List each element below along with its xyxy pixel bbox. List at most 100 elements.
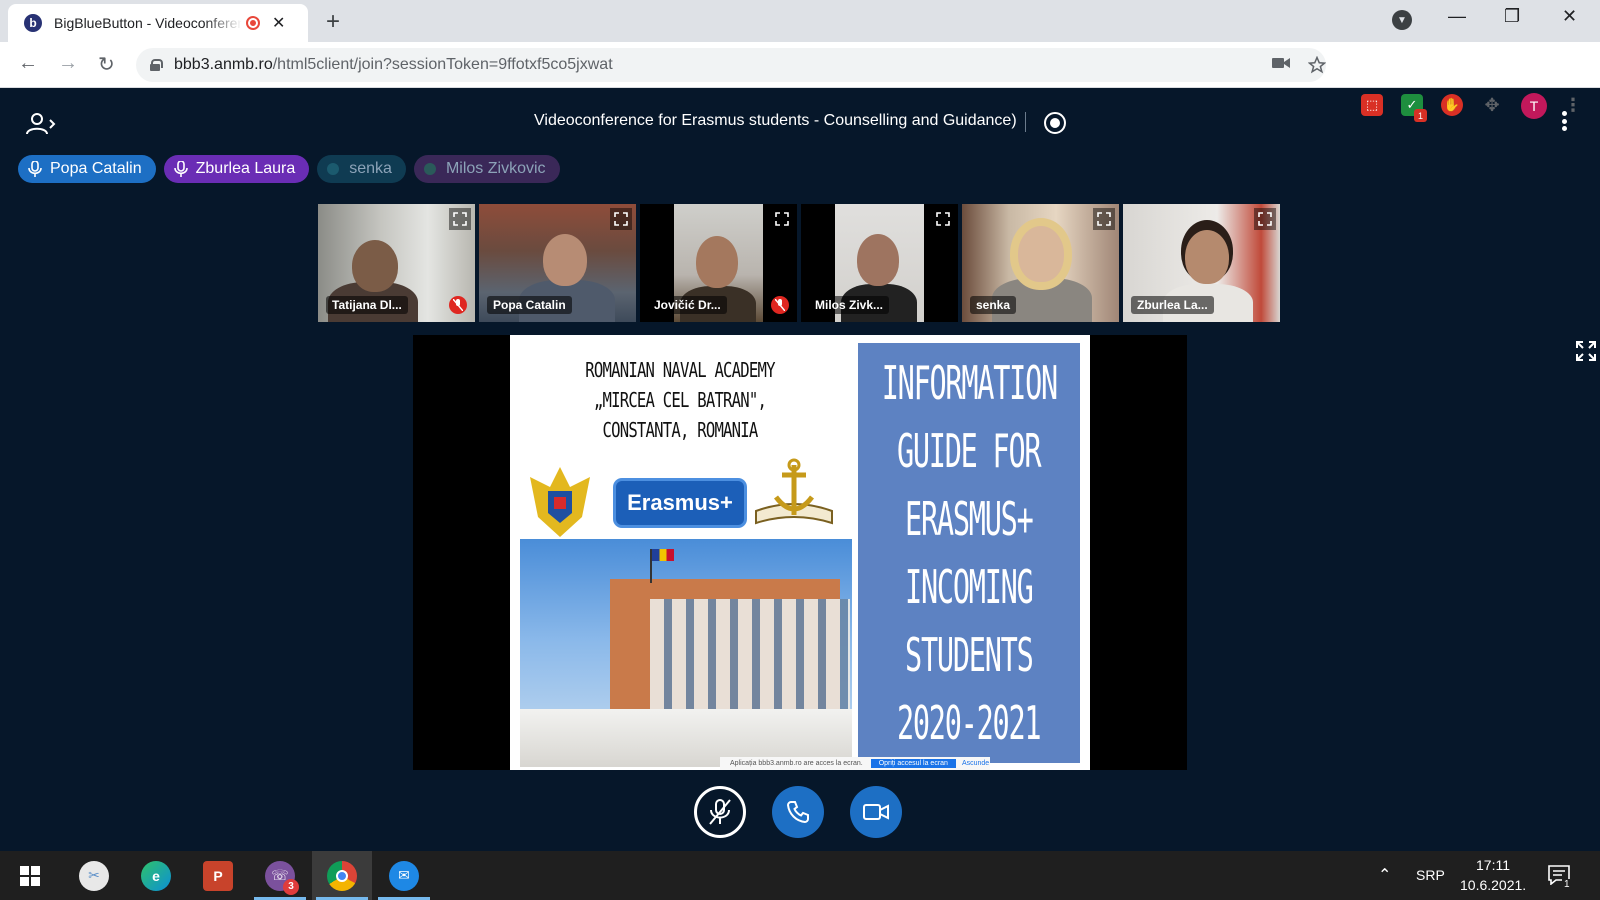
url-text: bbb3.anmb.ro/html5client/join?sessionTok… — [174, 56, 613, 73]
show-hidden-icons-chevron-icon[interactable]: ⌃ — [1378, 865, 1391, 885]
reload-icon[interactable]: ↻ — [98, 52, 115, 77]
talker-name: Zburlea Laura — [195, 160, 296, 177]
hide-notice-link[interactable]: Ascunde — [962, 760, 989, 767]
taskbar-snip-sketch[interactable]: ✂ — [64, 851, 124, 900]
video-tile-zburlea-laura[interactable]: Zburlea La... — [1123, 204, 1280, 322]
screenshare-area[interactable]: ROMANIAN NAVAL ACADEMY „MIRCEA CEL BATRA… — [413, 335, 1187, 770]
video-user-label[interactable]: Jovičić Dr... — [648, 296, 727, 314]
coat-of-arms-icon — [530, 467, 590, 537]
presentation-fullscreen-icon[interactable] — [1575, 340, 1597, 362]
talker-senka[interactable]: senka — [317, 155, 406, 183]
muted-microphone-icon — [709, 799, 731, 825]
browser-tab-bar: b BigBlueButton - Videoconference ✕ + ▼ … — [0, 0, 1600, 42]
person-head — [543, 234, 587, 286]
tab-recording-icon — [246, 16, 260, 30]
talking-indicators: Popa Catalin Zburlea Laura senka Milos Z… — [18, 155, 560, 183]
tab-title: BigBlueButton - Videoconference — [54, 15, 242, 31]
fullscreen-icon[interactable] — [610, 208, 632, 230]
input-language[interactable]: SRP — [1416, 867, 1445, 883]
close-window-button[interactable]: ✕ — [1562, 6, 1577, 27]
title-divider — [1025, 112, 1026, 132]
taskbar-chrome[interactable] — [312, 851, 372, 900]
microphone-icon — [28, 161, 42, 177]
erasmus-logo: Erasmus+ — [616, 481, 744, 525]
unmute-button[interactable] — [694, 786, 746, 838]
person-head — [1018, 226, 1064, 282]
video-camera-icon — [863, 804, 889, 820]
taskbar-powerpoint[interactable]: P — [188, 851, 248, 900]
record-icon[interactable] — [1044, 112, 1066, 134]
action-bar — [694, 786, 902, 838]
fullscreen-icon[interactable] — [932, 208, 954, 230]
options-menu-icon[interactable] — [1560, 108, 1568, 134]
browser-toolbar: ← → ↻ bbb3.anmb.ro/html5client/join?sess… — [0, 42, 1600, 122]
taskbar-messenger[interactable]: ✉ — [374, 851, 434, 900]
camera-in-use-icon[interactable] — [1272, 56, 1290, 70]
meeting-title: Videoconference for Erasmus students - C… — [534, 112, 1017, 129]
person-head — [696, 236, 738, 288]
fullscreen-icon[interactable] — [771, 208, 793, 230]
video-tile-senka[interactable]: senka — [962, 204, 1119, 322]
video-user-label[interactable]: Milos Zivk... — [809, 296, 890, 314]
slide-right-panel: INFORMATION GUIDE FOR ERASMUS+ INCOMING … — [858, 343, 1080, 763]
stop-sharing-button[interactable]: Opriți accesul la ecran — [870, 759, 956, 768]
meeting-header: Videoconference for Erasmus students - C… — [0, 88, 1600, 158]
video-user-label[interactable]: senka — [970, 296, 1017, 314]
fullscreen-icon[interactable] — [1093, 208, 1115, 230]
talker-milos-zivkovic[interactable]: Milos Zivkovic — [413, 155, 560, 183]
talker-popa-catalin[interactable]: Popa Catalin — [18, 155, 156, 183]
tab-search-icon[interactable]: ▼ — [1392, 10, 1412, 30]
forward-arrow-icon[interactable]: → — [58, 52, 78, 75]
person-head — [857, 234, 899, 286]
leave-audio-button[interactable] — [772, 786, 824, 838]
video-tile-milos[interactable]: Milos Zivk... — [801, 204, 958, 322]
start-button[interactable] — [0, 851, 60, 900]
notification-count: 1 — [1562, 879, 1572, 890]
person-head — [1185, 230, 1229, 284]
viber-badge: 3 — [283, 878, 299, 895]
video-user-label[interactable]: Tatijana Dl... — [326, 296, 408, 314]
video-user-label[interactable]: Popa Catalin — [487, 296, 572, 314]
new-tab-button[interactable]: + — [326, 8, 340, 36]
shared-slide: ROMANIAN NAVAL ACADEMY „MIRCEA CEL BATRA… — [510, 335, 1090, 770]
video-tile-tatijana[interactable]: Tatijana Dl... — [318, 204, 475, 322]
taskbar-edge[interactable]: e — [126, 851, 186, 900]
windows-taskbar: ✂ e P ☏ 3 ✉ ⌃ SRP 17:11 10.6.2021. 1 — [0, 851, 1600, 900]
video-tile-popa-catalin[interactable]: Popa Catalin — [479, 204, 636, 322]
messenger-icon: ✉ — [389, 860, 419, 891]
close-tab-icon[interactable]: ✕ — [272, 13, 285, 33]
screenshare-notice: Aplicația bbb3.anmb.ro are acces la ecra… — [720, 757, 990, 770]
video-tile-jovicic[interactable]: Jovičić Dr... — [640, 204, 797, 322]
address-bar[interactable]: bbb3.anmb.ro/html5client/join?sessionTok… — [136, 48, 1326, 82]
clock-time[interactable]: 17:11 — [1476, 857, 1510, 873]
video-user-label[interactable]: Zburlea La... — [1131, 296, 1214, 314]
restore-button[interactable]: ❐ — [1504, 6, 1520, 27]
back-arrow-icon[interactable]: ← — [18, 52, 38, 75]
clock-date[interactable]: 10.6.2021. — [1460, 877, 1526, 893]
active-tab[interactable]: b BigBlueButton - Videoconference ✕ — [8, 4, 308, 42]
academy-building-photo — [520, 539, 852, 767]
talker-name: Popa Catalin — [50, 160, 142, 177]
microphone-icon — [173, 161, 188, 177]
taskbar-viber[interactable]: ☏ 3 — [250, 851, 310, 900]
snip-sketch-icon: ✂ — [79, 860, 109, 891]
lock-icon — [150, 59, 163, 71]
anchor-emblem-icon — [755, 458, 833, 525]
bigbluebutton-favicon-icon: b — [24, 14, 42, 32]
talker-name: Milos Zivkovic — [445, 160, 546, 177]
viber-icon: ☏ 3 — [265, 860, 299, 895]
edge-icon: e — [141, 860, 171, 891]
phone-icon — [786, 801, 809, 824]
fullscreen-icon[interactable] — [449, 208, 471, 230]
idle-indicator-icon — [423, 163, 436, 175]
muted-mic-icon — [449, 296, 467, 314]
talker-zburlea-laura[interactable]: Zburlea Laura — [163, 155, 310, 183]
share-webcam-button[interactable] — [850, 786, 902, 838]
users-list-toggle-icon[interactable] — [26, 112, 56, 136]
powerpoint-icon: P — [203, 860, 233, 891]
minimize-button[interactable]: — — [1448, 6, 1466, 27]
windows-logo-icon — [20, 865, 40, 886]
fullscreen-icon[interactable] — [1254, 208, 1276, 230]
talker-name: senka — [349, 160, 392, 177]
bookmark-star-icon[interactable] — [1308, 56, 1326, 74]
